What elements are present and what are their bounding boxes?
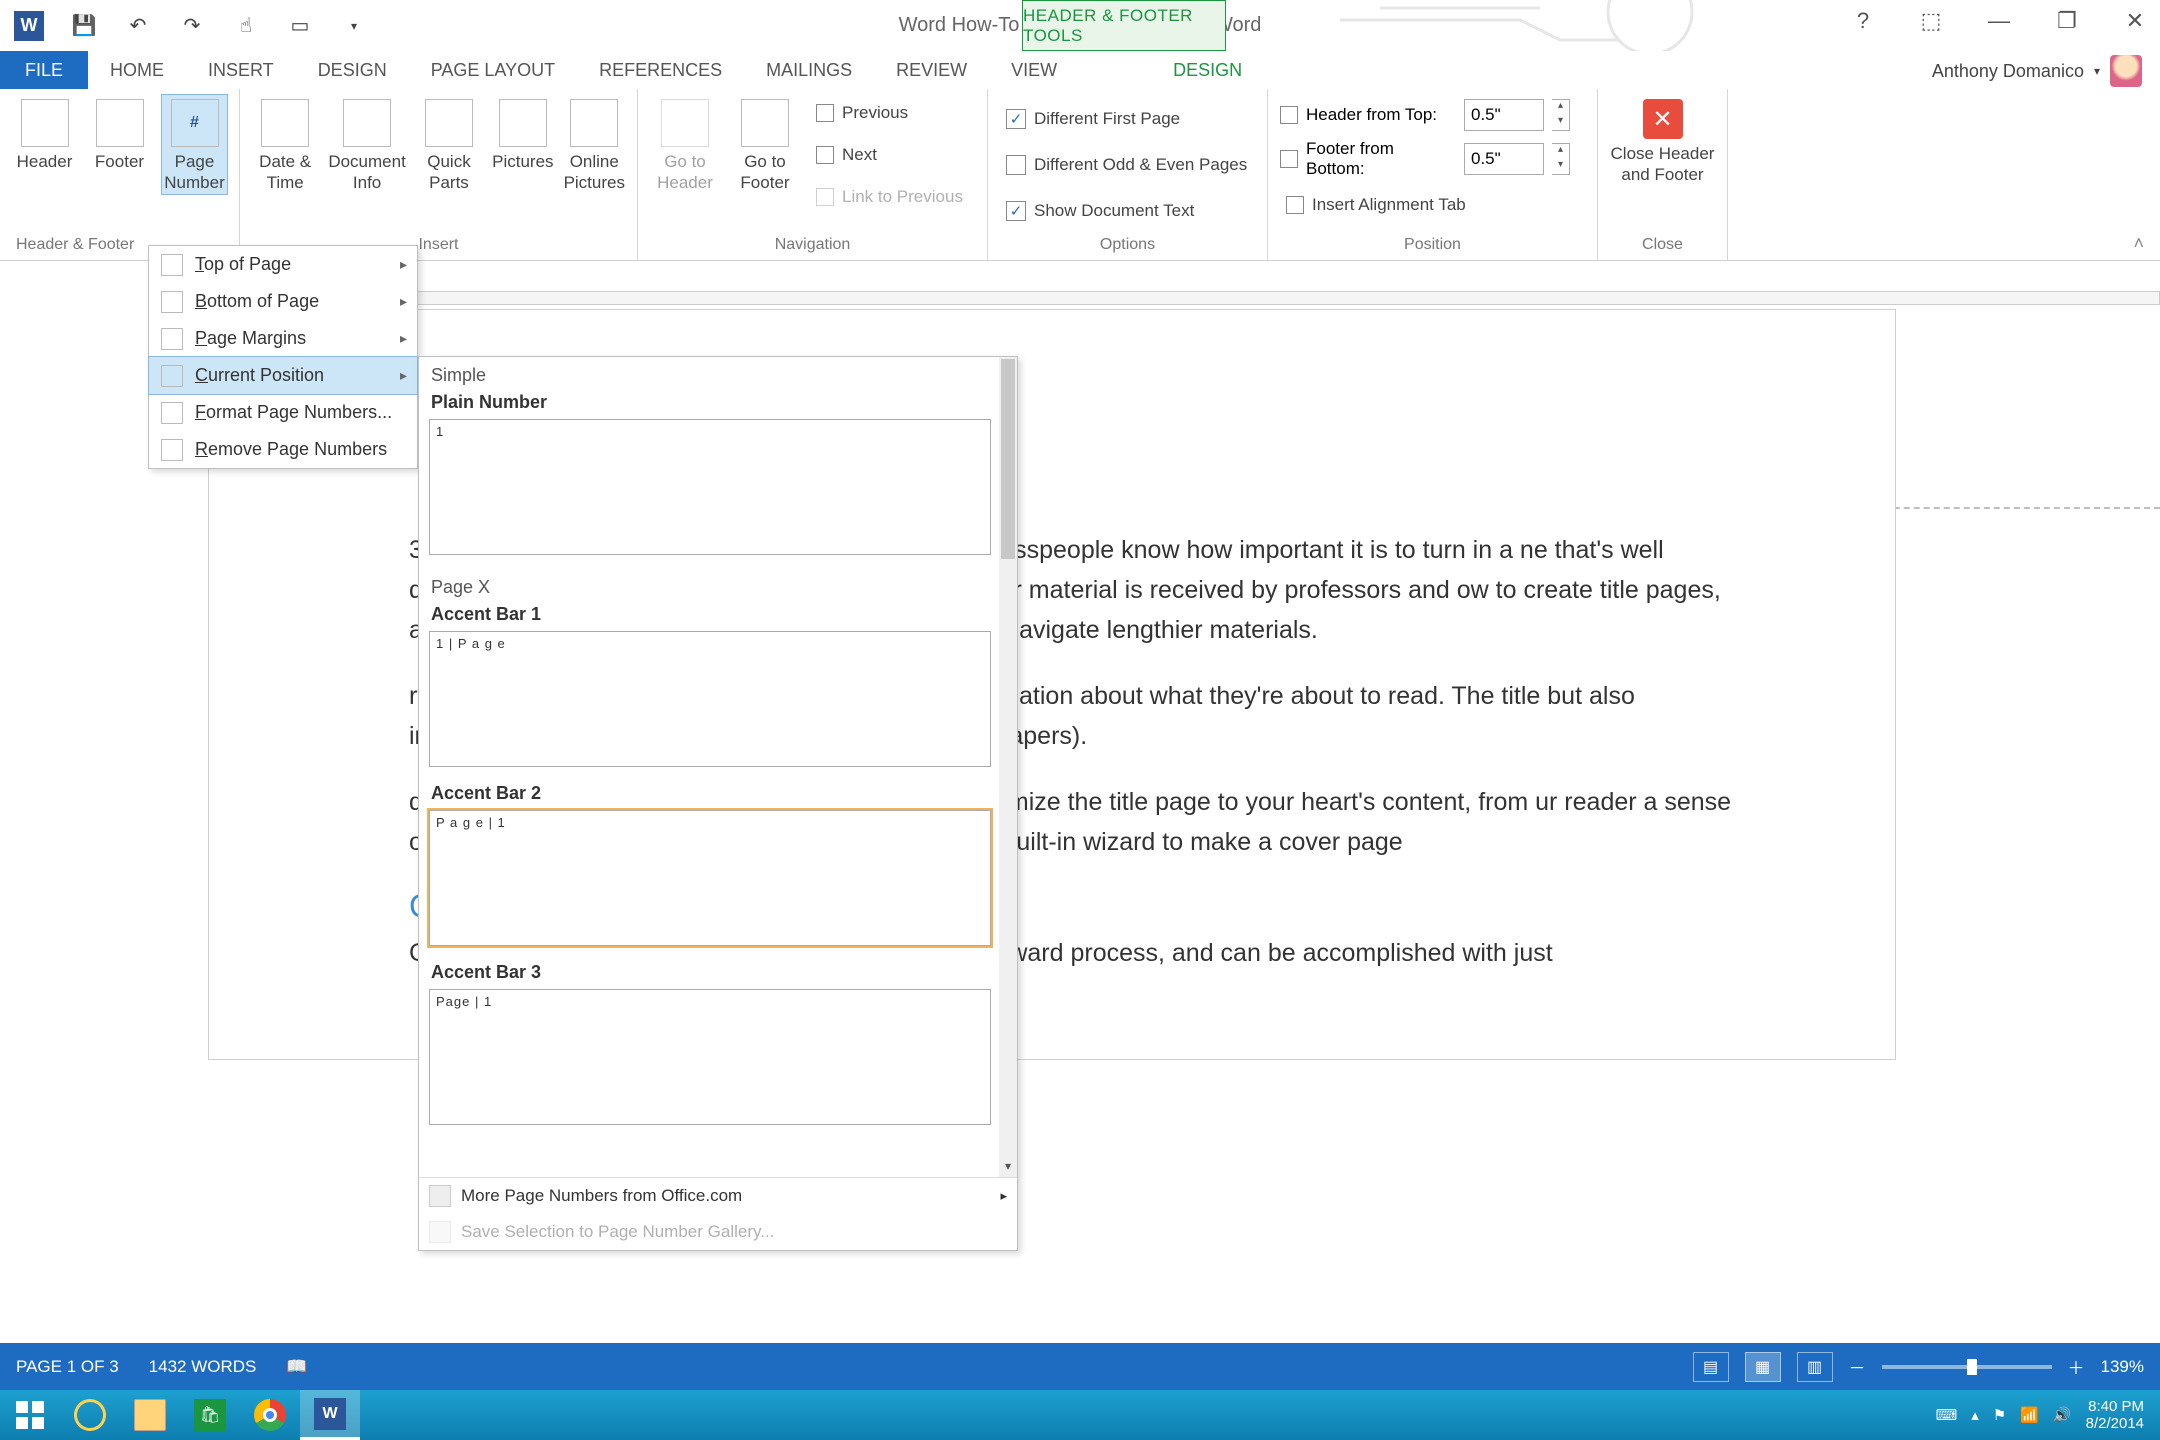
minimize-icon[interactable]: —	[1984, 6, 2014, 36]
more-page-numbers-office[interactable]: More Page Numbers from Office.com▸	[419, 1178, 1017, 1214]
quick-parts-button[interactable]: Quick Parts	[416, 95, 482, 194]
pictures-button[interactable]: Pictures	[492, 95, 553, 172]
start-button[interactable]	[0, 1390, 60, 1440]
goto-header-button[interactable]: Go to Header	[650, 95, 720, 194]
scroll-down-icon[interactable]: ▾	[999, 1159, 1017, 1177]
show-document-text-checkbox[interactable]: ✓Show Document Text	[1000, 193, 1253, 229]
qat-undo-icon[interactable]: ↶	[124, 12, 152, 40]
online-pictures-button[interactable]: Online Pictures	[564, 95, 625, 194]
ribbon-options-icon[interactable]: ⬚	[1916, 6, 1946, 36]
menu-page-margins[interactable]: Page Margins▸	[149, 320, 417, 357]
gallery-item-accent-bar-2-label: Accent Bar 2	[419, 781, 1017, 806]
date-time-button[interactable]: Date & Time	[252, 95, 318, 194]
gallery-category-simple: Simple	[419, 357, 1017, 390]
different-first-page-checkbox[interactable]: ✓Different First Page	[1000, 101, 1253, 137]
taskbar-store-icon[interactable]: 🛍	[180, 1390, 240, 1440]
group-label-close: Close	[1610, 232, 1715, 260]
qat-touch-icon[interactable]: ☝︎	[232, 12, 260, 40]
status-words[interactable]: 1432 WORDS	[149, 1357, 257, 1377]
gallery-item-accent-bar-1[interactable]: 1 | P a g e	[429, 631, 991, 767]
tab-file[interactable]: FILE	[0, 51, 88, 89]
tab-context-design[interactable]: DESIGN	[1151, 51, 1264, 89]
page-number-gallery: Simple Plain Number 1 Page X Accent Bar …	[418, 356, 1018, 1251]
gallery-scrollbar[interactable]: ▴ ▾	[999, 357, 1017, 1177]
tab-review[interactable]: REVIEW	[874, 51, 989, 89]
different-odd-even-checkbox[interactable]: Different Odd & Even Pages	[1000, 147, 1253, 183]
link-to-previous-button: Link to Previous	[810, 179, 969, 215]
context-tab-header-footer-tools[interactable]: HEADER & FOOTER TOOLS	[1022, 0, 1226, 51]
taskbar-explorer-icon[interactable]	[120, 1390, 180, 1440]
tab-home[interactable]: HOME	[88, 51, 186, 89]
tray-flag-icon[interactable]: ⚑	[1993, 1406, 2006, 1424]
tray-show-hidden-icon[interactable]: ▴	[1971, 1406, 1979, 1424]
save-selection-to-gallery: Save Selection to Page Number Gallery...	[419, 1214, 1017, 1250]
close-header-footer-button[interactable]: ✕Close Header and Footer	[1610, 95, 1715, 186]
tab-view[interactable]: VIEW	[989, 51, 1079, 89]
restore-icon[interactable]: ❐	[2052, 6, 2082, 36]
previous-section-button[interactable]: Previous	[810, 95, 969, 131]
scroll-thumb[interactable]	[1001, 359, 1015, 559]
view-read-mode-icon[interactable]: ▤	[1693, 1352, 1729, 1382]
close-icon[interactable]: ✕	[2120, 6, 2150, 36]
goto-footer-button[interactable]: Go to Footer	[730, 95, 800, 194]
account-name[interactable]: Anthony Domanico	[1932, 61, 2084, 82]
zoom-in-icon[interactable]: ＋	[2068, 1354, 2085, 1379]
zoom-level[interactable]: 139%	[2101, 1357, 2144, 1377]
qat-screen-icon[interactable]: ▭	[286, 12, 314, 40]
status-page[interactable]: PAGE 1 OF 3	[16, 1357, 119, 1377]
footer-from-bottom-spinner[interactable]: Footer from Bottom:0.5"▴▾	[1280, 139, 1570, 179]
tray-clock[interactable]: 8:40 PM 8/2/2014	[2086, 1398, 2144, 1433]
gallery-item-plain-number-label: Plain Number	[419, 390, 1017, 415]
qat-customize-icon[interactable]: ▾	[340, 12, 368, 40]
insert-alignment-tab-button[interactable]: Insert Alignment Tab	[1280, 187, 1570, 223]
zoom-slider[interactable]	[1882, 1365, 2052, 1369]
page-number-menu: Top of Page▸ Bottom of Page▸ Page Margin…	[148, 245, 418, 469]
menu-current-position[interactable]: Current Position▸	[149, 357, 417, 394]
horizontal-ruler[interactable]	[208, 291, 2160, 305]
menu-format-page-numbers[interactable]: Format Page Numbers...	[149, 394, 417, 431]
taskbar-ie-icon[interactable]	[60, 1390, 120, 1440]
tab-design[interactable]: DESIGN	[296, 51, 409, 89]
taskbar-word-icon[interactable]: W	[300, 1390, 360, 1440]
footer-button[interactable]: Footer	[87, 95, 152, 172]
gallery-item-accent-bar-1-label: Accent Bar 1	[419, 602, 1017, 627]
close-x-icon: ✕	[1643, 99, 1683, 139]
tab-insert[interactable]: INSERT	[186, 51, 296, 89]
gallery-item-accent-bar-3-label: Accent Bar 3	[419, 960, 1017, 985]
account-avatar[interactable]	[2110, 55, 2142, 87]
menu-bottom-of-page[interactable]: Bottom of Page▸	[149, 283, 417, 320]
page-number-button[interactable]: #Page Number	[162, 95, 227, 194]
status-proofing-icon[interactable]: 📖	[286, 1357, 307, 1377]
tab-mailings[interactable]: MAILINGS	[744, 51, 874, 89]
tray-network-icon[interactable]: 📶	[2020, 1406, 2039, 1424]
gallery-item-accent-bar-3[interactable]: Page | 1	[429, 989, 991, 1125]
taskbar-chrome-icon[interactable]	[240, 1390, 300, 1440]
tab-page-layout[interactable]: PAGE LAYOUT	[409, 51, 577, 89]
qat-save-icon[interactable]: 💾	[70, 12, 98, 40]
zoom-out-icon[interactable]: －	[1849, 1354, 1866, 1379]
group-label-position: Position	[1280, 232, 1585, 260]
group-label-navigation: Navigation	[650, 232, 975, 260]
word-app-icon[interactable]: W	[14, 11, 44, 41]
tray-volume-icon[interactable]: 🔊	[2053, 1406, 2072, 1424]
help-icon[interactable]: ?	[1848, 6, 1878, 36]
view-print-layout-icon[interactable]: ▦	[1745, 1352, 1781, 1382]
next-section-button[interactable]: Next	[810, 137, 969, 173]
header-from-top-spinner[interactable]: Header from Top:0.5"▴▾	[1280, 99, 1570, 131]
decorative-circuit	[1340, 0, 1780, 51]
gallery-category-page-x: Page X	[419, 569, 1017, 602]
menu-top-of-page[interactable]: Top of Page▸	[149, 246, 417, 283]
group-label-options: Options	[1000, 232, 1255, 260]
document-info-button[interactable]: Document Info	[328, 95, 405, 194]
menu-remove-page-numbers[interactable]: Remove Page Numbers	[149, 431, 417, 468]
view-web-layout-icon[interactable]: ▥	[1797, 1352, 1833, 1382]
tab-references[interactable]: REFERENCES	[577, 51, 744, 89]
collapse-ribbon-icon[interactable]: ˄	[2133, 233, 2144, 254]
header-button[interactable]: Header	[12, 95, 77, 172]
qat-redo-icon[interactable]: ↷	[178, 12, 206, 40]
tray-keyboard-icon[interactable]: ⌨	[1936, 1406, 1958, 1424]
gallery-item-plain-number[interactable]: 1	[429, 419, 991, 555]
gallery-item-accent-bar-2[interactable]: P a g e | 1	[429, 810, 991, 946]
